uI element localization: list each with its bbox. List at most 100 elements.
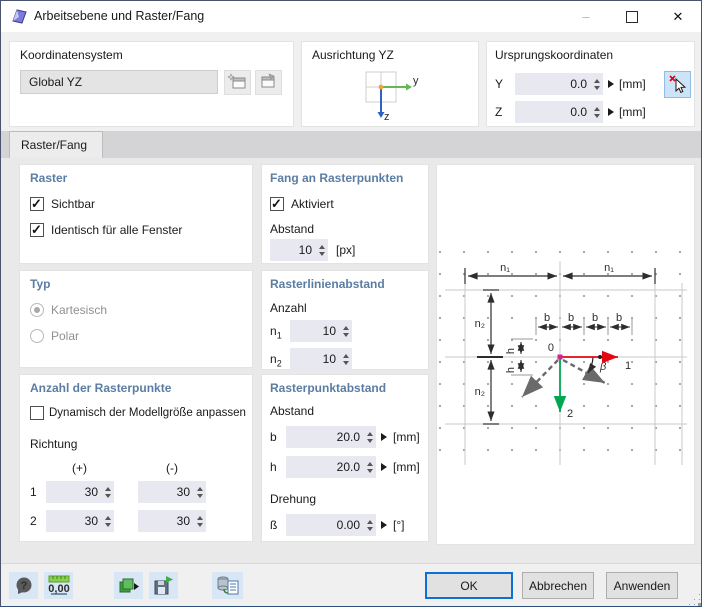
grid-point-spacing-header: Rasterpunktabstand	[270, 381, 387, 395]
close-icon: ✕	[672, 8, 684, 24]
origin-y-spinner[interactable]	[590, 73, 603, 95]
grid-line-spacing-header: Rasterlinienabstand	[270, 277, 385, 291]
new-window-icon	[227, 73, 246, 89]
svg-text:n₂: n₂	[475, 318, 485, 330]
b-field[interactable]: 20.0	[286, 426, 376, 448]
direction1-minus-field[interactable]: 30	[138, 481, 206, 503]
snap-distance-field[interactable]: 10	[270, 239, 328, 261]
window-title: Arbeitsebene und Raster/Fang	[34, 9, 205, 23]
minimize-button[interactable]: –	[563, 1, 609, 32]
snap-distance-spinner[interactable]	[315, 239, 328, 261]
checkbox-identisch[interactable]	[30, 222, 44, 238]
direction2-minus-field[interactable]: 30	[138, 510, 206, 532]
cancel-button[interactable]: Abbrechen	[522, 572, 594, 599]
close-button[interactable]: ✕	[655, 1, 701, 32]
checkbox-aktiviert[interactable]	[270, 196, 284, 212]
svg-text:?: ?	[20, 580, 27, 592]
grid-point-spacing-group: Rasterpunktabstand Abstand b 20.0 [mm] h…	[261, 374, 429, 542]
rotation-label: Drehung	[270, 492, 317, 506]
direction1-label: 1	[30, 485, 37, 499]
dialog-window: Arbeitsebene und Raster/Fang – ✕ Koordin…	[0, 0, 702, 607]
snap-distance-unit: [px]	[336, 243, 356, 257]
checkbox-dynamisch-label[interactable]: Dynamisch der Modellgröße anpassen	[49, 406, 246, 420]
b-label: b	[270, 430, 277, 444]
typ-group: Typ Kartesisch Polar	[19, 270, 253, 368]
b-spinner[interactable]	[363, 426, 376, 448]
checkbox-sichtbar-label[interactable]: Sichtbar	[51, 197, 95, 211]
pick-origin-button[interactable]	[664, 71, 691, 98]
origin-y-flyout-arrow-icon[interactable]	[608, 80, 614, 88]
plus-column-header: (+)	[72, 461, 87, 475]
resize-grip[interactable]	[699, 604, 700, 605]
origin-z-flyout-arrow-icon[interactable]	[608, 108, 614, 116]
origin-z-spinner[interactable]	[590, 101, 603, 123]
n1-spinner[interactable]	[339, 320, 352, 342]
beta-flyout-arrow-icon[interactable]	[381, 521, 387, 529]
svg-text:β: β	[599, 361, 607, 373]
svg-text:1: 1	[625, 360, 631, 372]
checkbox-aktiviert-label[interactable]: Aktiviert	[291, 197, 334, 211]
svg-text:n₁: n₁	[604, 262, 614, 274]
checkbox-identisch-label[interactable]: Identisch für alle Fenster	[51, 223, 182, 237]
load-default-icon	[119, 578, 139, 592]
footer-bar: ? 0,00 OK Abbrechen Anwenden	[1, 563, 701, 606]
save-default-button[interactable]	[149, 572, 178, 599]
svg-text:h: h	[505, 367, 517, 373]
radio-kartesisch-label[interactable]: Kartesisch	[51, 303, 107, 317]
ok-button[interactable]: OK	[425, 572, 513, 599]
n2-field[interactable]: 10	[290, 348, 352, 370]
direction2-plus-field[interactable]: 30	[46, 510, 114, 532]
tab-strip	[1, 131, 701, 158]
direction2-plus-spinner[interactable]	[101, 510, 114, 532]
edit-coordinate-system-button[interactable]	[255, 70, 282, 95]
grid-point-count-header: Anzahl der Rasterpunkte	[30, 381, 172, 395]
help-button[interactable]: ?	[9, 572, 38, 599]
coordinate-system-field[interactable]: Global YZ	[20, 70, 218, 94]
direction2-minus-spinner[interactable]	[193, 510, 206, 532]
raster-header: Raster	[30, 171, 68, 185]
beta-spinner[interactable]	[363, 514, 376, 536]
svg-text:b: b	[592, 312, 598, 324]
units-settings-button[interactable]: 0,00	[44, 572, 73, 599]
copy-settings-button[interactable]	[212, 572, 243, 599]
edit-window-icon	[261, 73, 275, 88]
direction1-plus-field[interactable]: 30	[46, 481, 114, 503]
origin-coordinates-group: Ursprungskoordinaten Y 0.0 [mm] Z 0.0 [m…	[486, 41, 695, 127]
h-spinner[interactable]	[363, 456, 376, 478]
maximize-button[interactable]	[609, 1, 655, 32]
svg-text:b: b	[544, 312, 550, 324]
checkbox-dynamisch[interactable]	[30, 406, 44, 420]
h-field[interactable]: 20.0	[286, 456, 376, 478]
tab-raster-fang[interactable]: Raster/Fang	[9, 131, 103, 158]
radio-polar[interactable]	[30, 329, 44, 343]
b-flyout-arrow-icon[interactable]	[381, 433, 387, 441]
svg-text:b: b	[568, 312, 574, 324]
direction-label: Richtung	[30, 437, 78, 451]
new-coordinate-system-button[interactable]	[224, 70, 251, 95]
n2-spinner[interactable]	[339, 348, 352, 370]
h-flyout-arrow-icon[interactable]	[381, 463, 387, 471]
direction1-minus-spinner[interactable]	[193, 481, 206, 503]
apply-button[interactable]: Anwenden	[606, 572, 678, 599]
save-default-icon	[154, 575, 173, 594]
svg-text:b: b	[616, 312, 622, 324]
n1-field[interactable]: 10	[290, 320, 352, 342]
checkbox-sichtbar[interactable]	[30, 196, 44, 212]
radio-kartesisch[interactable]	[30, 303, 44, 317]
maximize-icon	[626, 10, 638, 23]
origin-header: Ursprungskoordinaten	[495, 48, 614, 62]
minus-column-header: (-)	[166, 461, 178, 475]
n2-label: n2	[270, 352, 282, 369]
radio-polar-label[interactable]: Polar	[51, 329, 79, 343]
h-unit: [mm]	[393, 460, 420, 474]
origin-y-field[interactable]: 0.0	[515, 73, 603, 95]
origin-z-field[interactable]: 0.0	[515, 101, 603, 123]
load-default-button[interactable]	[114, 572, 143, 599]
units-icon: 0,00	[48, 575, 69, 595]
svg-text:z: z	[384, 111, 390, 123]
tab-page: Raster Sichtbar Identisch für alle Fenst…	[1, 158, 701, 563]
svg-text:n₁: n₁	[500, 262, 510, 274]
beta-field[interactable]: 0.00	[286, 514, 376, 536]
orientation-header: Ausrichtung YZ	[312, 48, 394, 62]
direction1-plus-spinner[interactable]	[101, 481, 114, 503]
